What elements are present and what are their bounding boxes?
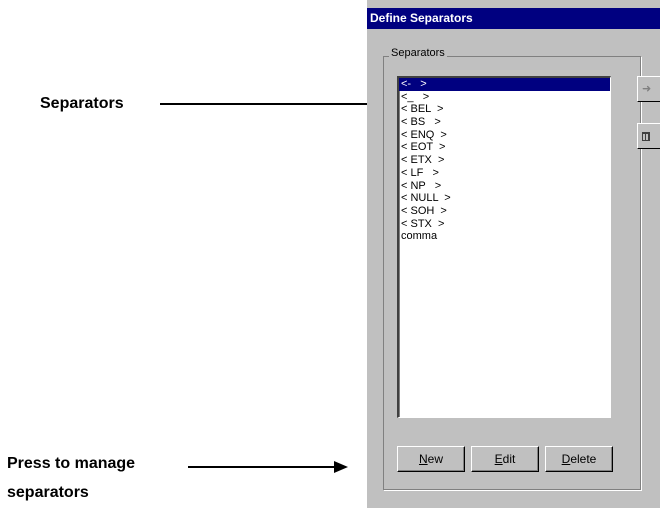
- manage-callout-arrow-line: [188, 466, 334, 468]
- list-item[interactable]: <- >: [399, 78, 610, 91]
- list-item[interactable]: < NULL >: [399, 192, 610, 205]
- list-item[interactable]: < SOH >: [399, 205, 610, 218]
- trash-icon: [642, 132, 650, 141]
- list-item[interactable]: < BS >: [399, 116, 610, 129]
- list-item[interactable]: < NP >: [399, 180, 610, 193]
- list-item[interactable]: < ENQ >: [399, 129, 610, 142]
- list-item[interactable]: <_ >: [399, 91, 610, 104]
- new-button[interactable]: New: [397, 446, 465, 472]
- arrow-right-icon: ➜: [642, 82, 652, 95]
- new-button-mnemonic: N: [418, 452, 428, 466]
- manage-callout-label-line1: Press to manage: [7, 455, 136, 472]
- edit-button-mnemonic: E: [494, 452, 503, 466]
- separators-callout-label: Separators: [40, 95, 124, 112]
- delete-button-label-rest: elete: [570, 452, 597, 466]
- define-separators-window: Define Separators Separators <- > <_ > < B…: [367, 0, 660, 508]
- manage-callout-arrow-head: [334, 461, 348, 473]
- list-item[interactable]: < BEL >: [399, 103, 610, 116]
- list-item[interactable]: < ETX >: [399, 154, 610, 167]
- list-item[interactable]: < EOT >: [399, 141, 610, 154]
- list-item[interactable]: < LF >: [399, 167, 610, 180]
- delete-button-mnemonic: D: [561, 452, 571, 466]
- list-item[interactable]: comma: [399, 230, 610, 243]
- new-button-label-rest: ew: [427, 452, 443, 466]
- separators-listbox[interactable]: <- > <_ > < BEL > < BS > < ENQ > < EOT > < ETX…: [397, 76, 611, 418]
- edit-button[interactable]: Edit: [471, 446, 539, 472]
- move-right-button[interactable]: ➜: [637, 76, 660, 102]
- groupbox-label: Separators: [389, 47, 447, 59]
- delete-button[interactable]: Delete: [545, 446, 613, 472]
- window-title[interactable]: Define Separators: [367, 8, 660, 29]
- manage-callout-label-line2: separators: [7, 484, 89, 501]
- list-item[interactable]: < STX >: [399, 218, 610, 231]
- trash-button[interactable]: [637, 123, 660, 149]
- separators-callout-arrow-line: [160, 103, 370, 105]
- edit-button-label-rest: dit: [502, 452, 516, 466]
